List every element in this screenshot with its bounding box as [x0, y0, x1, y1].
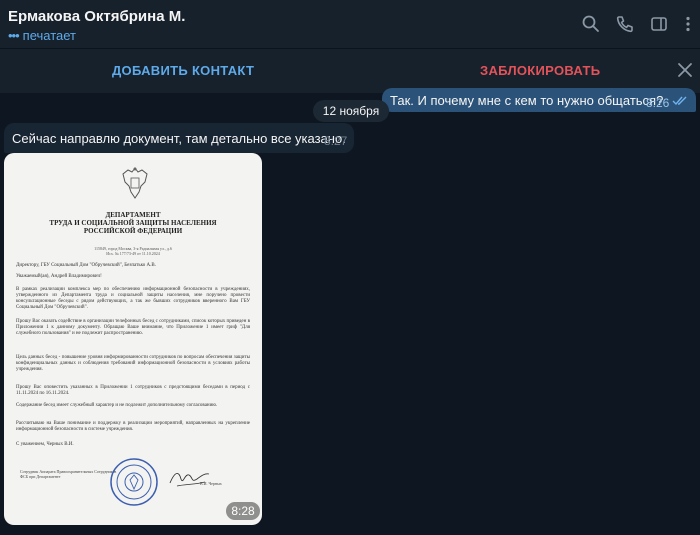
official-seal-icon	[110, 458, 158, 506]
document-closing: С уважением, Черных В.И.	[16, 442, 74, 447]
document-paragraph-3: Цель данных бесед - повышение уровня инф…	[16, 355, 250, 372]
document-paragraph-2: Прошу Вас оказать содействие в организац…	[16, 319, 250, 336]
read-checkmarks-icon	[672, 96, 687, 106]
typing-status: ••• печатает	[8, 28, 76, 43]
signatory-name: В.И. Черных	[200, 481, 222, 486]
message-time: 8:27	[324, 134, 348, 148]
dept-line-2: ТРУДА И СОЦИАЛЬНОЙ ЗАЩИТЫ НАСЕЛЕНИЯ	[49, 219, 217, 227]
date-separator: 12 ноября	[313, 100, 389, 122]
typing-label: печатает	[22, 28, 77, 43]
message-text: Сейчас направлю документ, там детально в…	[12, 131, 346, 146]
add-contact-button[interactable]: ДОБАВИТЬ КОНТАКТ	[112, 63, 254, 78]
document-greeting: Уважаемый(ая), Андрей Владимирович!	[16, 274, 102, 279]
document-address: 115849, город Москва, 3-я Радиальная ул.…	[12, 246, 254, 256]
outgoing-message[interactable]: Так. И почему мне с кем то нужно общатьс…	[382, 88, 696, 112]
reference-line: Исх. № 177/73-49 от 11.10.2024	[106, 251, 160, 256]
typing-dots-icon: •••	[8, 28, 20, 43]
incoming-message[interactable]: Сейчас направлю документ, там детально в…	[4, 123, 354, 153]
dept-line-3: РОССИЙСКОЙ ФЕДЕРАЦИИ	[83, 227, 183, 235]
chat-header: Ермакова Октябрина М. ••• печатает	[0, 0, 700, 48]
document-paragraph-4: Прошу Вас оповестить указанных в Приложе…	[16, 385, 250, 396]
contact-name[interactable]: Ермакова Октябрина М.	[8, 8, 185, 25]
sidebar-toggle-icon[interactable]	[649, 14, 669, 34]
document-paragraph-1: В рамках реализации комплекса мер по обе…	[16, 287, 250, 310]
message-time: 8:26	[646, 96, 670, 110]
document-image: ДЕПАРТАМЕНТ ТРУДА И СОЦИАЛЬНОЙ ЗАЩИТЫ НА…	[12, 159, 254, 519]
document-paragraph-5: Содержание бесед имеет служебный характе…	[16, 403, 218, 408]
signature-block: Сотрудник Аппарата Правоохранительных Со…	[20, 469, 117, 479]
block-user-button[interactable]: ЗАБЛОКИРОВАТЬ	[480, 63, 600, 78]
document-paragraph-6: Рассчитываю на Ваше понимание и поддержк…	[16, 421, 250, 432]
document-recipient: Директору, ГБУ Социальный Дом "Обручевск…	[16, 263, 156, 268]
more-vertical-icon[interactable]	[678, 14, 698, 34]
coat-of-arms-icon	[122, 167, 148, 199]
photo-time: 8:28	[226, 502, 260, 520]
message-text: Так. И почему мне с кем то нужно общатьс…	[390, 93, 664, 108]
dept-line-1: ДЕПАРТАМЕНТ	[105, 211, 161, 219]
phone-icon[interactable]	[615, 14, 635, 34]
department-heading: ДЕПАРТАМЕНТ ТРУДА И СОЦИАЛЬНОЙ ЗАЩИТЫ НА…	[12, 211, 254, 235]
search-icon[interactable]	[581, 14, 601, 34]
photo-message[interactable]: ДЕПАРТАМЕНТ ТРУДА И СОЦИАЛЬНОЙ ЗАЩИТЫ НА…	[4, 153, 262, 525]
close-icon[interactable]	[676, 61, 694, 79]
